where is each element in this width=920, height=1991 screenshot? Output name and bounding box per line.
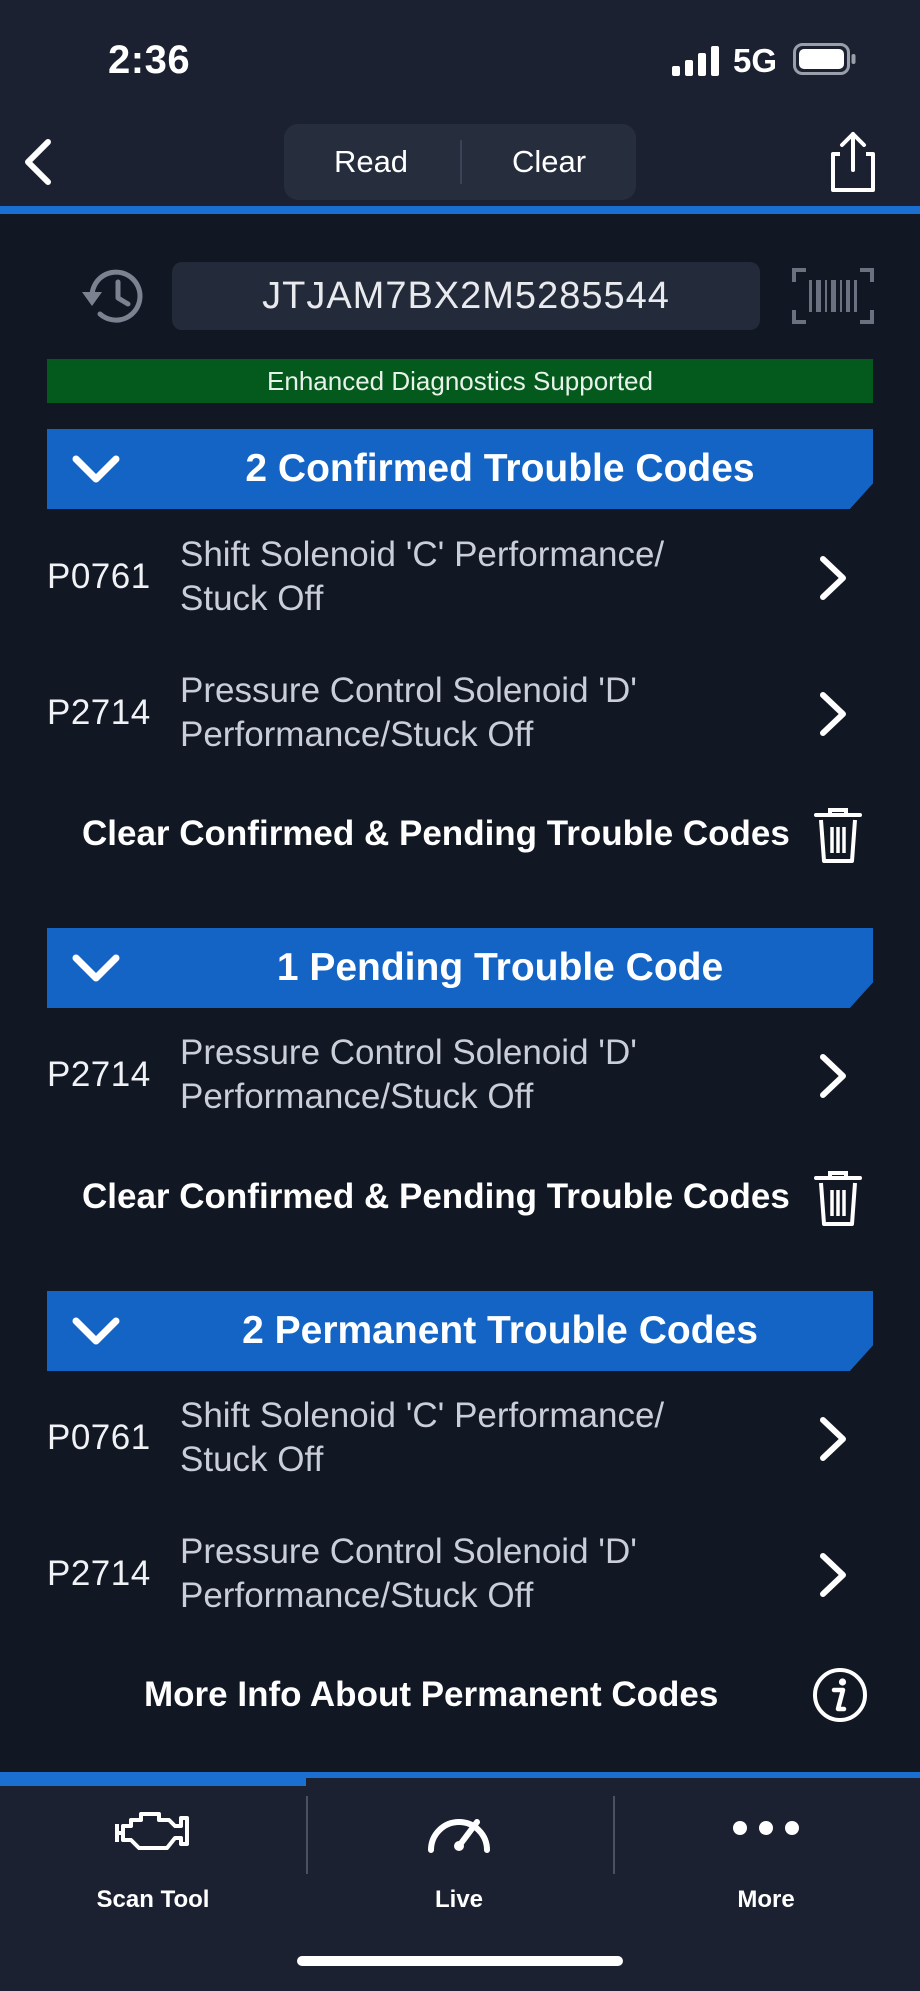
nav-accent-line — [0, 206, 920, 214]
tab-more[interactable]: More — [613, 1800, 919, 1920]
clear-codes-button[interactable]: Clear Confirmed & Pending Trouble Codes — [0, 794, 920, 874]
clear-codes-button[interactable]: Clear Confirmed & Pending Trouble Codes — [0, 1157, 920, 1237]
chevron-right-icon — [820, 692, 846, 736]
chevron-right-icon — [820, 556, 846, 600]
more-dots-icon — [733, 1821, 799, 1835]
chevron-right-icon — [820, 1417, 846, 1461]
trash-icon — [814, 1171, 862, 1226]
chevron-right-icon — [820, 1054, 846, 1098]
trash-icon — [814, 808, 862, 863]
info-icon — [813, 1668, 867, 1722]
trouble-code: P2714 — [47, 1055, 151, 1094]
confirmed-codes-header[interactable]: 2 Confirmed Trouble Codes — [47, 429, 873, 509]
engine-icon — [115, 1812, 189, 1850]
tab-live[interactable]: Live — [306, 1800, 612, 1920]
read-button[interactable]: Read — [284, 124, 458, 200]
trouble-code-row[interactable]: P2714 Pressure Control Solenoid 'D' Perf… — [0, 653, 920, 773]
clear-codes-label: Clear Confirmed & Pending Trouble Codes — [82, 1177, 790, 1216]
tab-label: Live — [434, 1886, 484, 1913]
enhanced-diagnostics-banner: Enhanced Diagnostics Supported — [47, 359, 873, 403]
signal-icon — [672, 46, 719, 76]
trouble-code-row[interactable]: P2714 Pressure Control Solenoid 'D' Perf… — [0, 1015, 920, 1135]
battery-icon — [793, 43, 856, 75]
section-title: 2 Confirmed Trouble Codes — [245, 447, 755, 490]
pending-codes-header[interactable]: 1 Pending Trouble Code — [47, 928, 873, 1008]
barcode-scan-icon[interactable] — [792, 268, 874, 324]
read-clear-segment: Read Clear — [284, 124, 636, 200]
status-time: 2:36 — [108, 38, 191, 82]
home-indicator[interactable] — [297, 1956, 623, 1966]
trouble-code: P0761 — [47, 1418, 151, 1457]
trouble-code-description: Pressure Control Solenoid 'D' Performanc… — [180, 671, 637, 754]
trouble-code-row[interactable]: P0761 Shift Solenoid 'C' Performance/ St… — [0, 517, 920, 637]
history-icon[interactable] — [76, 262, 148, 330]
chevron-right-icon — [820, 1553, 846, 1597]
back-chevron-icon[interactable] — [18, 132, 62, 192]
trouble-code-row[interactable]: P0761 Shift Solenoid 'C' Performance/ St… — [0, 1378, 920, 1498]
trouble-code-description: Pressure Control Solenoid 'D' Performanc… — [180, 1532, 637, 1615]
chevron-down-icon — [72, 1317, 120, 1345]
speedometer-icon — [428, 1819, 490, 1853]
trouble-code: P0761 — [47, 557, 151, 596]
chevron-down-icon — [72, 954, 120, 982]
trouble-code: P2714 — [47, 1554, 151, 1593]
clear-codes-label: Clear Confirmed & Pending Trouble Codes — [82, 814, 790, 853]
trouble-code: P2714 — [47, 693, 151, 732]
active-tab-indicator — [0, 1772, 306, 1786]
tab-label: More — [737, 1886, 795, 1913]
chevron-down-icon — [72, 455, 120, 483]
more-info-label: More Info About Permanent Codes — [144, 1675, 719, 1714]
section-title: 1 Pending Trouble Code — [276, 946, 724, 989]
section-title: 2 Permanent Trouble Codes — [242, 1309, 758, 1352]
share-icon[interactable] — [826, 130, 880, 194]
more-info-button[interactable]: More Info About Permanent Codes — [0, 1655, 920, 1735]
trouble-code-description: Shift Solenoid 'C' Performance/ Stuck Of… — [180, 1396, 665, 1479]
trouble-code-description: Shift Solenoid 'C' Performance/ Stuck Of… — [180, 535, 665, 618]
vin-field[interactable]: JTJAM7BX2M5285544 — [172, 262, 760, 330]
clear-button[interactable]: Clear — [462, 124, 636, 200]
network-type: 5G — [733, 42, 778, 79]
trouble-code-row[interactable]: P2714 Pressure Control Solenoid 'D' Perf… — [0, 1514, 920, 1634]
tab-label: Scan Tool — [96, 1886, 210, 1913]
trouble-code-description: Pressure Control Solenoid 'D' Performanc… — [180, 1033, 637, 1116]
tab-scan-tool[interactable]: Scan Tool — [0, 1800, 306, 1920]
permanent-codes-header[interactable]: 2 Permanent Trouble Codes — [47, 1291, 873, 1371]
